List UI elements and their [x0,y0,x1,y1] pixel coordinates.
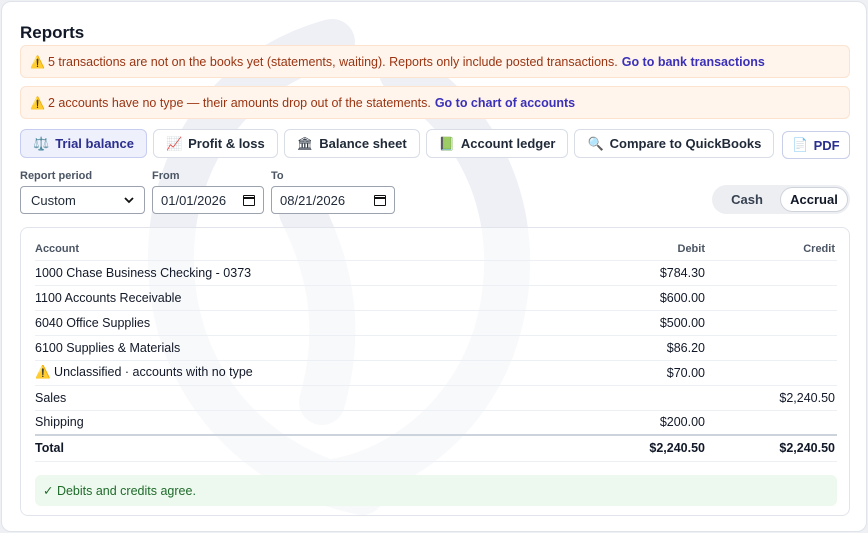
report-period-select[interactable]: Custom [20,186,145,214]
account-cell: ⚠️ Unclassified · accounts with no type [35,359,575,385]
tab-account-ledger[interactable]: 📗 Account ledger [425,129,569,158]
table-header-row: Account Debit Credit [35,238,837,260]
warning-icon: ⚠️ [30,95,45,110]
report-tabs: ⚖️ Trial balance 📈 Profit & loss 🏛 Balan… [20,129,775,158]
account-cell: Shipping [35,409,575,435]
credit-cell [707,259,837,285]
select-value: Custom [31,192,76,208]
credit-cell [707,284,837,310]
accrual-option[interactable]: Accrual [780,187,848,212]
basis-toggle: Cash Accrual [712,185,850,214]
table-row[interactable]: 6040 Office Supplies $500.00 [35,309,837,335]
pdf-button[interactable]: 📄 PDF [782,131,850,159]
total-row: Total $2,240.50 $2,240.50 [35,434,837,462]
date-value: 08/21/2026 [280,192,346,208]
from-label: From [152,170,180,182]
chart-of-accounts-link[interactable]: Go to chart of accounts [435,96,575,110]
debit-header: Debit [677,242,706,255]
debit-cell: $784.30 [575,259,707,285]
chevron-down-icon [124,196,134,203]
total-credit: $2,240.50 [707,434,837,462]
tab-label: Account ledger [460,136,556,151]
debit-cell [575,384,707,410]
account-cell: 6100 Supplies & Materials [35,334,575,360]
to-label: To [271,170,284,182]
trial-balance-table: Account Debit Credit 1000 Chase Business… [35,238,837,462]
tab-label: Compare to QuickBooks [609,136,762,151]
table-row[interactable]: ⚠️ Unclassified · accounts with no type … [35,359,837,385]
credit-cell [707,409,837,435]
page-title: Reports [20,23,85,42]
date-value: 01/01/2026 [161,192,227,208]
debit-cell: $200.00 [575,409,707,435]
to-date-input[interactable]: 08/21/2026 [271,186,395,214]
reports-card: Reports ⚠️ 5 transactions are not on the… [1,1,867,532]
scales-icon: ⚖️ [33,135,50,151]
total-label: Total [35,434,575,462]
total-debit: $2,240.50 [575,434,707,462]
cash-option[interactable]: Cash [714,187,780,212]
from-date-input[interactable]: 01/01/2026 [152,186,264,214]
tab-profit-loss[interactable]: 📈 Profit & loss [152,129,278,158]
debit-cell: $600.00 [575,284,707,310]
account-cell: 1100 Accounts Receivable [35,284,575,310]
credit-cell [707,309,837,335]
tab-label: Balance sheet [319,136,407,151]
report-period-label: Report period [20,170,93,182]
bank-transactions-link[interactable]: Go to bank transactions [622,55,765,69]
debit-cell: $86.20 [575,334,707,360]
account-cell: Sales [35,384,575,410]
credit-header: Credit [803,242,835,255]
green-book-icon: 📗 [438,135,455,151]
tab-label: Trial balance [55,136,134,151]
table-row[interactable]: 1100 Accounts Receivable $600.00 [35,284,837,310]
credit-cell [707,334,837,360]
debit-cell: $500.00 [575,309,707,335]
calendar-icon[interactable] [374,194,386,206]
trial-balance-panel: Account Debit Credit 1000 Chase Business… [20,227,850,516]
pdf-label: PDF [813,137,840,153]
tab-compare-quickbooks[interactable]: 🔍 Compare to QuickBooks [574,129,775,158]
credit-cell [707,359,837,385]
tab-balance-sheet[interactable]: 🏛 Balance sheet [283,129,420,158]
table-row[interactable]: 1000 Chase Business Checking - 0373 $784… [35,259,837,285]
document-icon: 📄 [792,137,809,152]
debit-cell: $70.00 [575,359,707,385]
bank-building-icon: 🏛 [296,135,314,151]
magnifier-icon: 🔍 [587,135,604,151]
balance-status-message: ✓ Debits and credits agree. [35,475,837,506]
account-cell: 1000 Chase Business Checking - 0373 [35,259,575,285]
tab-label: Profit & loss [188,136,265,151]
account-cell: 6040 Office Supplies [35,309,575,335]
calendar-icon[interactable] [243,194,255,206]
untyped-accounts-alert: ⚠️ 2 accounts have no type — their amoun… [20,86,850,119]
table-row[interactable]: Sales $2,240.50 [35,384,837,410]
table-row[interactable]: 6100 Supplies & Materials $86.20 [35,334,837,360]
chart-up-icon: 📈 [165,135,183,151]
credit-cell: $2,240.50 [707,384,837,410]
table-row[interactable]: Shipping $200.00 [35,409,837,435]
unposted-transactions-alert: ⚠️ 5 transactions are not on the books y… [20,45,850,78]
alert-text: 2 accounts have no type — their amounts … [47,95,431,110]
alert-text: 5 transactions are not on the books yet … [47,54,618,69]
account-header: Account [35,242,79,255]
tab-trial-balance[interactable]: ⚖️ Trial balance [20,129,147,158]
warning-icon: ⚠️ [30,54,45,69]
